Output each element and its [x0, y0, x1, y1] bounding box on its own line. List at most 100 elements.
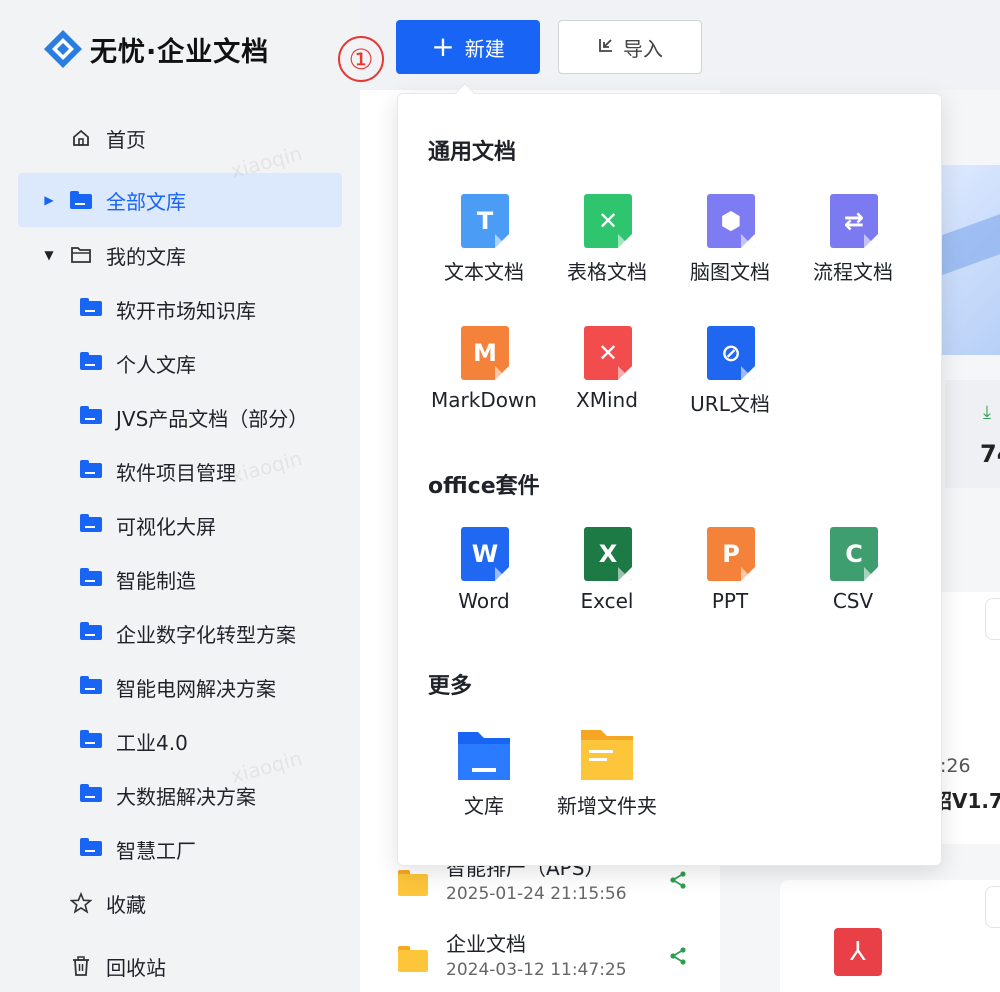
menu-item-label: MarkDown [431, 388, 537, 412]
folder-icon [398, 946, 428, 972]
list-item[interactable]: 企业文档 2024-03-12 11:47:25 [396, 928, 716, 988]
menu-item-sheet-doc[interactable]: ✕ 表格文档 [547, 194, 667, 294]
library-item[interactable]: 软件项目管理 [80, 444, 236, 498]
menu-item-mindmap-doc[interactable]: ⬢ 脑图文档 [670, 194, 790, 294]
folder-icon [80, 352, 102, 374]
menu-item-ppt[interactable]: P PPT [670, 527, 790, 627]
import-icon [597, 36, 615, 59]
trash-icon [70, 955, 92, 977]
card-title: 绍V1.7. [932, 789, 1000, 813]
caret-right-icon[interactable]: ▶ [40, 193, 58, 207]
folder-icon [80, 784, 102, 806]
sheet-doc-icon: ✕ [584, 194, 632, 248]
menu-item-flow-doc[interactable]: ⇄ 流程文档 [793, 194, 913, 294]
stat-value: 74 [980, 440, 1000, 468]
library-label: 智能制造 [116, 568, 196, 593]
plus-icon: + [431, 30, 455, 63]
library-item[interactable]: 企业数字化转型方案 [80, 606, 296, 660]
section-title-office: office套件 [428, 474, 540, 499]
star-icon [70, 892, 92, 914]
import-button[interactable]: 导入 [558, 20, 702, 74]
step-marker: ① [338, 36, 384, 82]
library-item[interactable]: 个人文库 [80, 336, 196, 390]
excel-icon: X [584, 527, 632, 581]
folder-icon [398, 870, 428, 896]
menu-item-label: 流程文档 [813, 260, 893, 284]
folder-icon [80, 298, 102, 320]
sidebar-item-label: 全部文库 [106, 189, 186, 214]
menu-item-label: PPT [711, 589, 749, 613]
card-menu-tab[interactable] [985, 886, 1000, 928]
menu-item-library[interactable]: 文库 [424, 728, 544, 828]
menu-item-label: CSV [832, 589, 874, 613]
sidebar-item-all-libraries[interactable]: ▶ 全部文库 [18, 173, 342, 227]
csv-icon: C [830, 527, 878, 581]
sidebar-item-my-libraries[interactable]: ▼ 我的文库 [18, 228, 342, 282]
folder-icon [70, 189, 92, 211]
sidebar-item-recycle[interactable]: 回收站 [18, 939, 342, 992]
library-item[interactable]: 智能制造 [80, 552, 196, 606]
library-item[interactable]: 工业4.0 [80, 714, 188, 768]
menu-item-url-doc[interactable]: ⊘ URL文档 [670, 326, 790, 426]
library-label: 个人文库 [116, 352, 196, 377]
menu-item-label: 新增文件夹 [557, 794, 657, 818]
import-button-label: 导入 [623, 36, 663, 61]
caret-down-icon[interactable]: ▼ [40, 248, 58, 262]
brand-name: 无忧·企业文档 [90, 36, 270, 68]
library-label: 工业4.0 [116, 730, 188, 755]
sidebar-item-favorites[interactable]: 收藏 [18, 876, 342, 930]
section-title-more: 更多 [428, 674, 473, 699]
library-item[interactable]: 智慧工厂 [80, 822, 196, 876]
library-label: 企业数字化转型方案 [116, 622, 296, 647]
menu-item-new-folder[interactable]: 新增文件夹 [547, 728, 667, 828]
download-icon: ⤓ [983, 402, 991, 423]
section-title-common: 通用文档 [428, 140, 517, 165]
pdf-icon: ⅄ [834, 928, 882, 976]
folder-icon [80, 514, 102, 536]
sidebar-item-label: 首页 [106, 127, 146, 152]
menu-item-label: Word [458, 589, 510, 613]
menu-item-label: XMind [576, 388, 638, 412]
sidebar-item-home[interactable]: 首页 [18, 111, 342, 165]
menu-item-word[interactable]: W Word [424, 527, 544, 627]
menu-item-excel[interactable]: X Excel [547, 527, 667, 627]
doc-card[interactable] [780, 880, 1000, 992]
library-item[interactable]: 大数据解决方案 [80, 768, 256, 822]
folder-icon [80, 406, 102, 428]
logo-icon [44, 30, 82, 68]
app-logo[interactable]: 无忧·企业文档 [42, 28, 269, 70]
menu-item-csv[interactable]: C CSV [793, 527, 913, 627]
new-button[interactable]: + 新建 [396, 20, 540, 74]
new-dropdown-menu: 通用文档 T 文本文档 ✕ 表格文档 ⬢ 脑图文档 ⇄ 流程文档 M MarkD… [397, 93, 942, 866]
library-item[interactable]: 智能电网解决方案 [80, 660, 276, 714]
sidebar-item-label: 回收站 [106, 955, 166, 980]
folder-icon [80, 676, 102, 698]
library-item[interactable]: 软开市场知识库 [80, 282, 256, 336]
folder-outline-icon [70, 244, 92, 266]
new-folder-icon [581, 730, 633, 780]
library-label: 智慧工厂 [116, 838, 196, 863]
menu-item-label: 脑图文档 [690, 260, 770, 284]
library-label: 软件项目管理 [116, 460, 236, 485]
folder-icon [80, 568, 102, 590]
library-item[interactable]: JVS产品文档（部分） [80, 390, 308, 444]
menu-item-text-doc[interactable]: T 文本文档 [424, 194, 544, 294]
folder-icon [80, 730, 102, 752]
share-icon[interactable] [668, 870, 688, 895]
menu-item-markdown[interactable]: M MarkDown [424, 326, 544, 426]
file-time: 2025-01-24 21:15:56 [446, 884, 627, 904]
menu-item-xmind[interactable]: ✕ XMind [547, 326, 667, 426]
library-label: 智能电网解决方案 [116, 676, 276, 701]
mindmap-doc-icon: ⬢ [707, 194, 755, 248]
word-icon: W [461, 527, 509, 581]
share-icon[interactable] [668, 946, 688, 971]
file-name: 企业文档 [446, 932, 526, 956]
library-label: 可视化大屏 [116, 514, 216, 539]
xmind-icon: ✕ [584, 326, 632, 380]
menu-item-label: 文库 [464, 794, 504, 818]
folder-icon [80, 460, 102, 482]
library-folder-icon [458, 732, 510, 780]
library-item[interactable]: 可视化大屏 [80, 498, 216, 552]
card-menu-tab[interactable] [985, 598, 1000, 640]
sidebar-item-label: 收藏 [106, 892, 146, 917]
